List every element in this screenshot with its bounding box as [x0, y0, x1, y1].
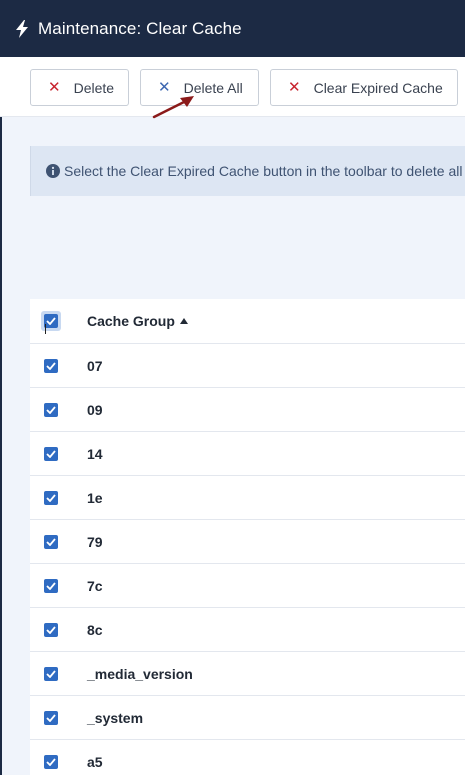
check-icon [46, 757, 56, 766]
cache-group-name: 7c [87, 577, 103, 594]
info-alert: Select the Clear Expired Cache button in… [30, 146, 465, 196]
table-header-row: Cache Group [30, 299, 465, 344]
check-icon [46, 493, 56, 502]
table-row[interactable]: a5 [30, 740, 465, 775]
check-icon [46, 669, 56, 678]
table-row[interactable]: 7c [30, 564, 465, 608]
row-checkbox[interactable] [44, 754, 58, 769]
table-row[interactable]: 14 [30, 432, 465, 476]
table-row[interactable]: 8c [30, 608, 465, 652]
alert-text: Select the Clear Expired Cache button in… [64, 163, 465, 179]
page-title: Maintenance: Clear Cache [38, 18, 242, 38]
table-row[interactable]: _system [30, 696, 465, 740]
delete-all-button[interactable]: ✕ Delete All [140, 69, 259, 106]
cache-table: Cache Group 07 09 14 1e 79 7c 8c _media_version… [30, 299, 465, 775]
delete-icon: ✕ [158, 79, 171, 96]
table-row[interactable]: _media_version [30, 652, 465, 696]
clear-expired-cache-button[interactable]: ✕ Clear Expired Cache [270, 69, 458, 106]
cache-group-name: 09 [87, 401, 103, 418]
cache-group-name: 1e [87, 489, 103, 506]
table-row[interactable]: 07 [30, 344, 465, 388]
cache-group-name: 07 [87, 357, 103, 374]
cache-group-name: 79 [87, 533, 103, 550]
row-checkbox[interactable] [44, 622, 58, 637]
row-checkbox[interactable] [44, 534, 58, 549]
row-checkbox[interactable] [44, 666, 58, 681]
select-all-checkbox[interactable] [41, 311, 61, 331]
check-icon [46, 581, 56, 590]
sort-ascending-icon [179, 318, 188, 324]
column-header-cache-group[interactable]: Cache Group [87, 313, 189, 329]
info-icon [46, 164, 60, 178]
delete-icon: ✕ [48, 79, 61, 96]
page-header: Maintenance: Clear Cache [0, 0, 465, 57]
text-cursor [45, 324, 46, 334]
check-icon [46, 713, 56, 722]
delete-button-label: Delete [73, 79, 115, 96]
delete-icon: ✕ [288, 79, 301, 96]
row-checkbox[interactable] [44, 490, 58, 505]
cache-group-name: 14 [87, 445, 103, 462]
row-checkbox[interactable] [44, 402, 58, 417]
delete-all-button-label: Delete All [183, 79, 243, 96]
table-row[interactable]: 09 [30, 388, 465, 432]
check-icon [46, 625, 56, 634]
cache-group-name: _media_version [87, 665, 193, 682]
row-checkbox[interactable] [44, 358, 58, 373]
check-icon [46, 405, 56, 414]
column-header-label: Cache Group [87, 313, 175, 329]
check-icon [46, 361, 56, 370]
row-checkbox[interactable] [44, 710, 58, 725]
cache-group-name: 8c [87, 621, 103, 638]
table-row[interactable]: 1e [30, 476, 465, 520]
sidebar-edge [0, 117, 2, 775]
row-checkbox[interactable] [44, 578, 58, 593]
clear-expired-cache-button-label: Clear Expired Cache [313, 79, 443, 96]
delete-button[interactable]: ✕ Delete [30, 69, 129, 106]
check-icon [46, 449, 56, 458]
cache-group-name: _system [87, 709, 144, 726]
toolbar: ✕ Delete ✕ Delete All ✕ Clear Expired Ca… [0, 57, 465, 117]
cache-group-name: a5 [87, 753, 103, 770]
check-icon [46, 537, 56, 546]
table-row[interactable]: 79 [30, 520, 465, 564]
row-checkbox[interactable] [44, 446, 58, 461]
bolt-icon [14, 19, 32, 39]
